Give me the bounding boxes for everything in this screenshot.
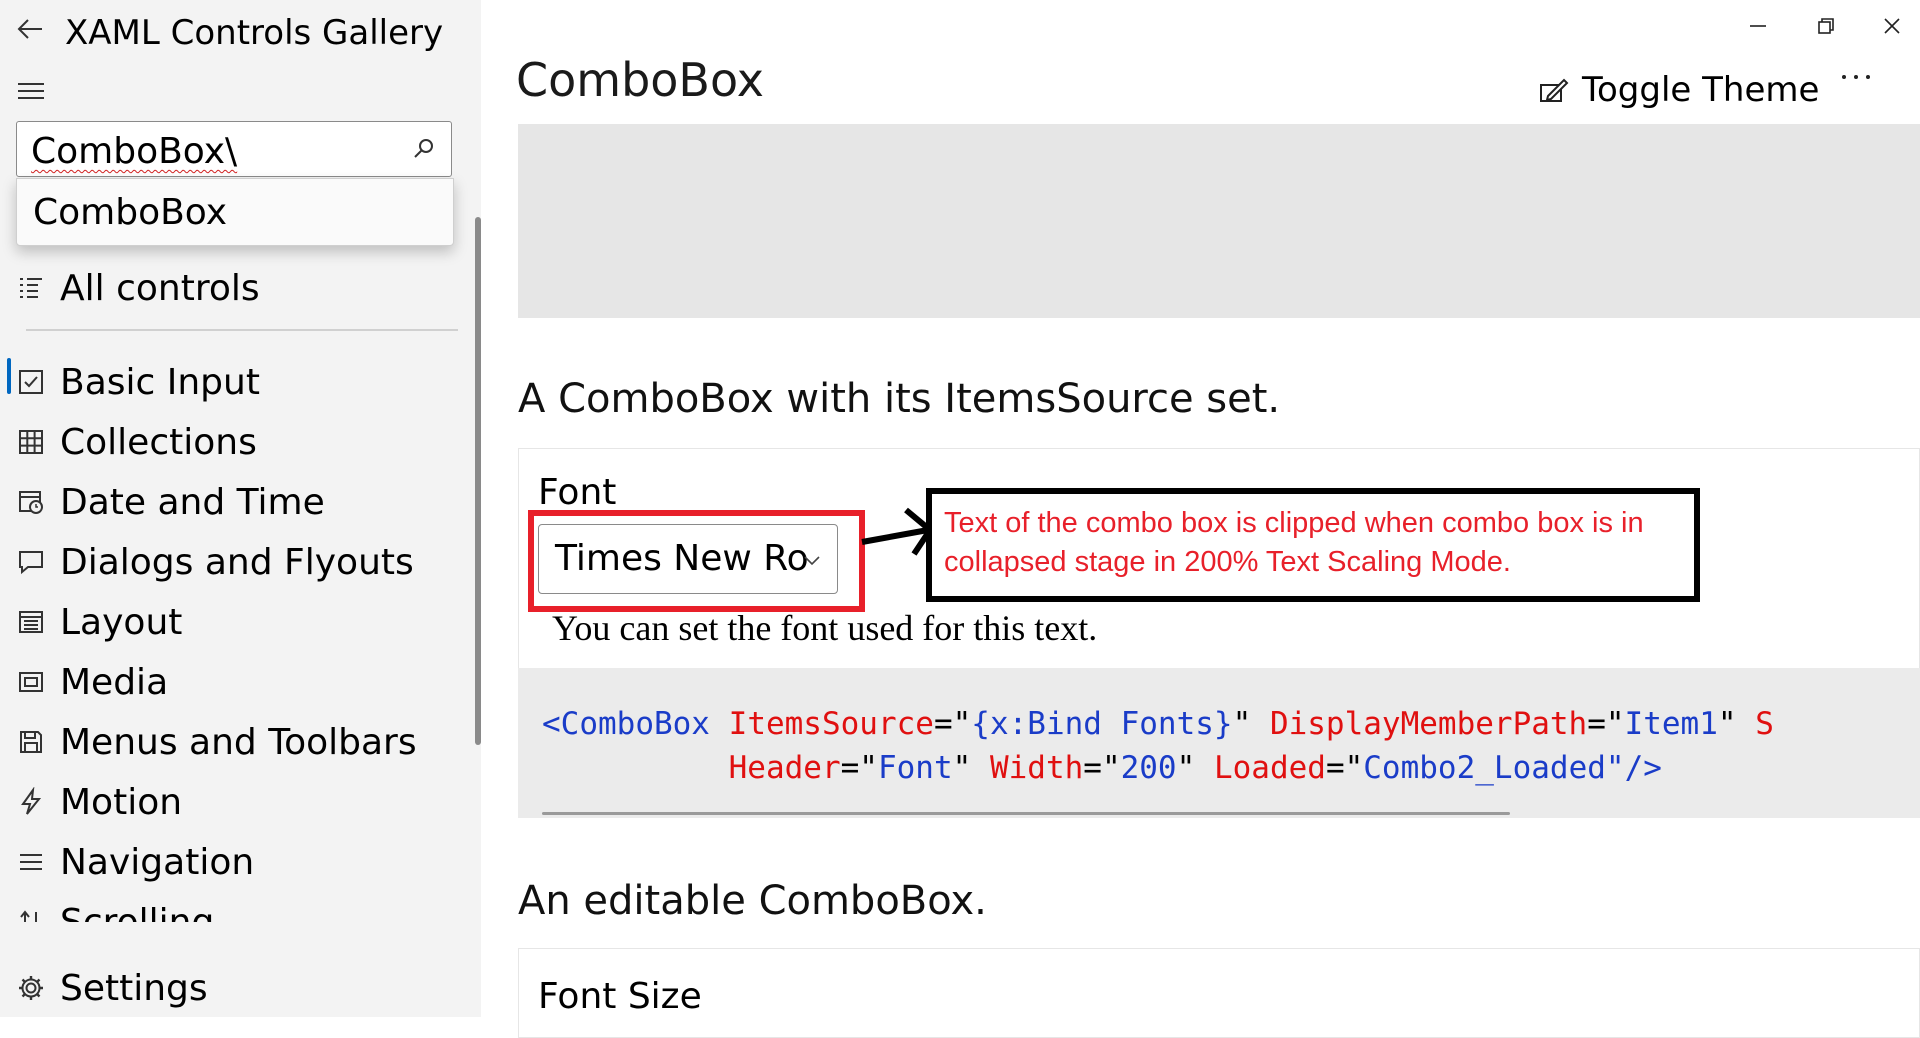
media-icon	[19, 672, 43, 692]
code-token: {x:Bind Fonts}	[971, 706, 1233, 742]
nav-item-label: Dialogs and Flyouts	[60, 542, 414, 583]
nav-item-label: Date and Time	[60, 482, 325, 523]
nav-item-collections[interactable]: Collections	[0, 416, 470, 470]
save-icon	[20, 731, 42, 753]
annotation-highlight-box	[528, 510, 865, 612]
scroll-icon	[20, 910, 37, 922]
nav-item-label: Collections	[60, 422, 257, 463]
combobox-header: Font Size	[538, 976, 702, 1017]
page-header-image	[518, 124, 1920, 318]
example-title: An editable ComboBox.	[518, 878, 987, 924]
search-suggestion-list: ComboBox	[16, 178, 454, 246]
nav-item-label: Basic Input	[60, 362, 260, 403]
search-input[interactable]: ComboBox\	[31, 132, 237, 172]
toggle-theme-button[interactable]: Toggle Theme	[1538, 66, 1820, 116]
nav-item-menus-and-toolbars[interactable]: Menus and Toolbars	[0, 716, 470, 770]
code-token: Combo2_Loaded	[1363, 750, 1606, 786]
code-token: ="	[1587, 706, 1625, 742]
close-icon[interactable]	[1874, 8, 1910, 44]
code-token: "	[1176, 750, 1196, 786]
page-title: ComboBox	[516, 53, 764, 107]
search-icon[interactable]	[411, 136, 437, 162]
navigation-pane: XAML Controls Gallery ComboBox\ ComboBox…	[0, 0, 481, 1017]
toggle-theme-label: Toggle Theme	[1582, 70, 1820, 110]
code-sample[interactable]: <ComboBox ItemsSource="{x:Bind Fonts}" D…	[518, 668, 1920, 818]
nav-item-navigation[interactable]: Navigation	[0, 836, 470, 890]
code-token: ="	[933, 706, 972, 742]
theme-brush-icon	[1540, 78, 1569, 102]
layout-icon	[19, 611, 43, 633]
nav-item-dialogs-and-flyouts[interactable]: Dialogs and Flyouts	[0, 536, 470, 590]
lightning-icon	[21, 787, 42, 815]
more-options-button[interactable]	[1836, 62, 1876, 92]
nav-item-motion[interactable]: Motion	[0, 776, 470, 830]
nav-item-label: Media	[60, 662, 169, 703]
code-token: S	[1755, 706, 1774, 742]
list-icon	[20, 278, 42, 298]
app-title: XAML Controls Gallery	[65, 13, 444, 53]
code-token: "	[1232, 706, 1252, 742]
navigation-icon	[20, 854, 42, 870]
annotation-callout: Text of the combo box is clipped when co…	[926, 488, 1700, 602]
nav-item-label: Scrolling	[60, 902, 214, 922]
more-icon	[1842, 75, 1870, 79]
code-token: "	[952, 750, 972, 786]
nav-item-label: Layout	[60, 602, 183, 643]
message-icon	[19, 551, 43, 575]
code-token: Item1	[1624, 706, 1718, 742]
code-line-2: Header="Font" Width="200" Loaded="Combo2…	[542, 746, 1662, 790]
sample-text: You can set the font used for this text.	[552, 608, 1098, 648]
back-arrow-icon[interactable]	[14, 12, 48, 46]
nav-item-label: Settings	[60, 968, 208, 1009]
code-token: Width	[989, 750, 1084, 786]
grid-icon	[19, 430, 43, 454]
annotation-text: Text of the combo box is clipped when co…	[944, 507, 1644, 578]
search-box[interactable]: ComboBox\	[16, 121, 452, 177]
nav-item-all-controls[interactable]: All controls	[0, 262, 470, 316]
code-token: Font	[877, 750, 953, 786]
nav-item-label: Navigation	[60, 842, 255, 883]
minimize-icon[interactable]	[1740, 8, 1776, 44]
code-token: "/>	[1605, 750, 1662, 786]
calendar-clock-icon	[19, 491, 43, 514]
code-token: DisplayMemberPath	[1269, 706, 1588, 742]
nav-item-label: Motion	[60, 782, 183, 823]
example-title: A ComboBox with its ItemsSource set.	[518, 376, 1281, 422]
nav-item-settings[interactable]: Settings	[0, 962, 470, 1016]
nav-item-label: Menus and Toolbars	[60, 722, 417, 763]
code-token: "	[1717, 706, 1737, 742]
code-token: Header	[728, 750, 841, 786]
gear-icon	[19, 976, 43, 1000]
checkbox-icon	[19, 370, 43, 394]
code-line-1: <ComboBox ItemsSource="{x:Bind Fonts}" D…	[542, 702, 1774, 746]
search-suggestion-item[interactable]: ComboBox	[33, 193, 227, 233]
nav-item-label: All controls	[60, 268, 260, 309]
code-token: Loaded	[1213, 750, 1326, 786]
code-token: ="	[1325, 750, 1364, 786]
code-token: ItemsSource	[728, 706, 934, 742]
nav-divider	[26, 329, 458, 331]
nav-item-basic-input[interactable]: Basic Input	[0, 356, 470, 410]
nav-item-scrolling[interactable]: Scrolling	[0, 896, 470, 922]
nav-scrollbar[interactable]	[475, 217, 481, 745]
nav-item-media[interactable]: Media	[0, 656, 470, 710]
nav-item-layout[interactable]: Layout	[0, 596, 470, 650]
code-horizontal-scrollbar[interactable]	[542, 812, 1510, 815]
nav-category-list: Basic Input Collections Date and Time Di…	[0, 350, 475, 922]
restore-icon[interactable]	[1808, 8, 1844, 44]
code-token: ="	[1083, 750, 1121, 786]
code-token: <ComboBox	[542, 706, 710, 742]
code-token: ="	[840, 750, 878, 786]
nav-item-date-and-time[interactable]: Date and Time	[0, 476, 470, 530]
hamburger-menu-icon[interactable]	[14, 74, 48, 108]
example-card	[518, 948, 1920, 1038]
code-token: 200	[1120, 750, 1177, 786]
